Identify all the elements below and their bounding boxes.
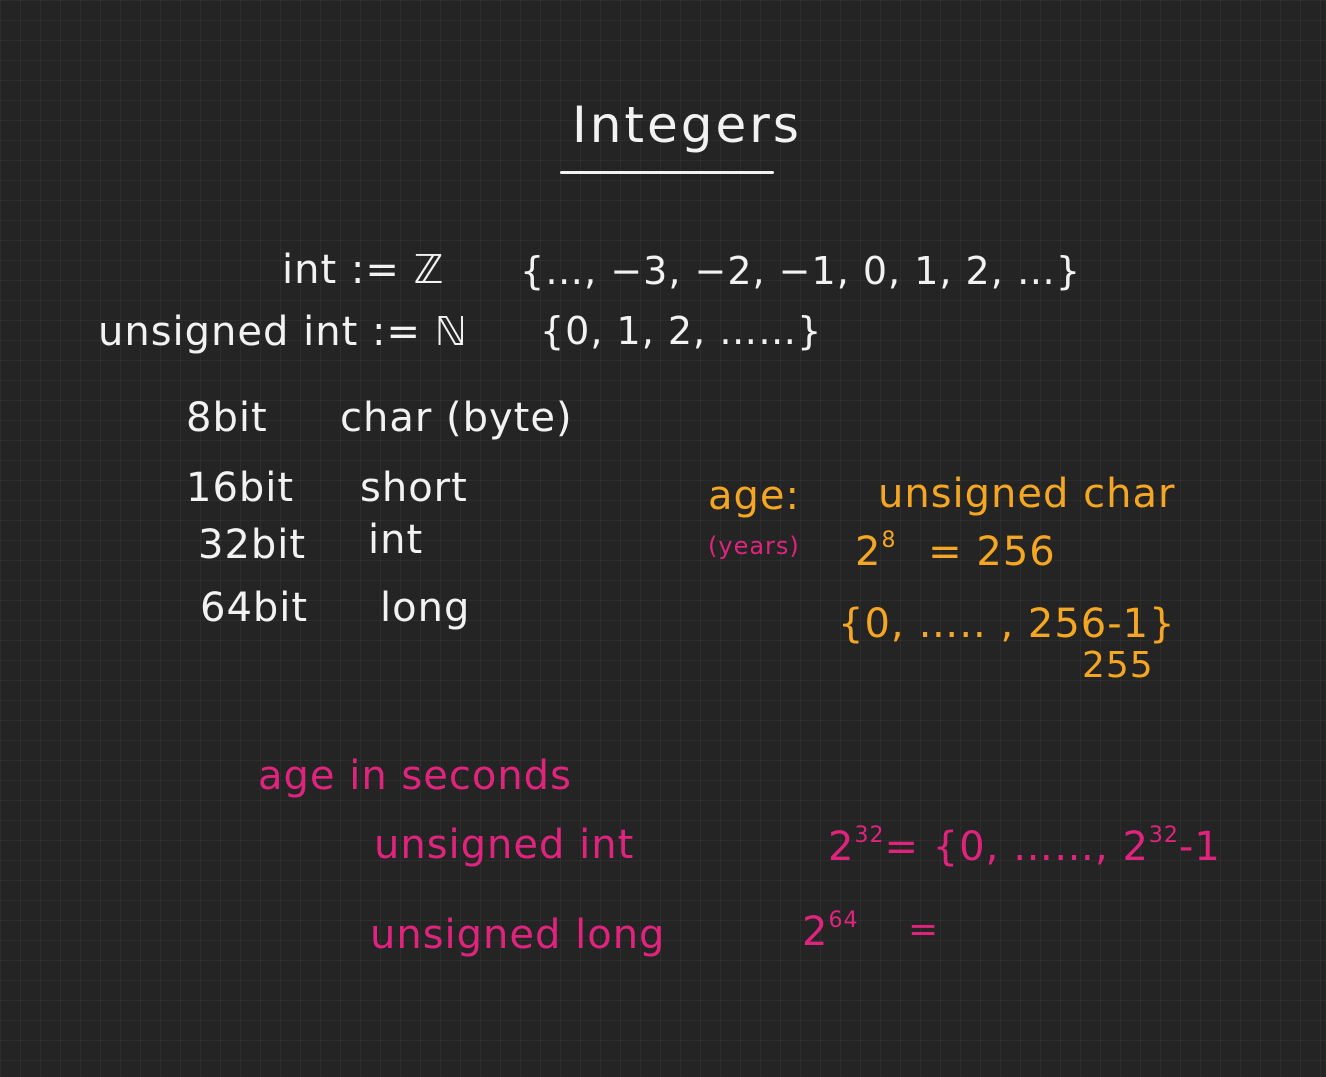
seconds-row1-power: 232= {0, ……, 232-1 [828,823,1221,870]
type-name-int: int [368,517,424,563]
type-name-long: long [380,585,471,631]
int-definition: int := ℤ [282,247,445,293]
type-bits-32: 32bit [198,522,307,568]
age-power-result: = 256 [928,529,1056,575]
type-name-char: char (byte) [340,395,573,441]
seconds-row2-equals: = [908,909,940,950]
seconds-row1-base: 2 [828,824,855,870]
type-bits-64: 64bit [200,585,309,631]
type-name-short: short [360,465,468,511]
type-bits-16: 16bit [186,465,295,511]
type-bits-8: 8bit [186,395,268,441]
age-power-exponent: 8 [881,528,897,553]
unsigned-int-set: {0, 1, 2, ……} [540,309,823,353]
age-years-note: (years) [708,532,800,560]
seconds-row2-exponent: 64 [828,908,859,933]
age-range-value: 255 [1082,645,1154,686]
seconds-row1-exponent: 32 [854,823,885,848]
age-label: age: [708,473,800,519]
seconds-row1-tail: -1 [1178,824,1221,870]
page-title: Integers [572,96,802,154]
unsigned-int-definition: unsigned int := ℕ [98,309,468,355]
title-underline [560,171,774,174]
seconds-label: age in seconds [258,753,572,799]
seconds-row2-power: 264 [802,908,859,955]
age-range: {0, ….. , 256-1} [838,601,1176,647]
age-type: unsigned char [878,471,1176,517]
seconds-row2-base: 2 [802,909,829,955]
seconds-row1-range: = {0, ……, 2 [884,824,1149,870]
seconds-row1-type: unsigned int [374,822,635,868]
seconds-row1-tail-exponent: 32 [1148,823,1179,848]
age-power-base: 2 [855,529,882,575]
age-power: 28 = 256 [855,528,1056,575]
int-set: {…, −3, −2, −1, 0, 1, 2, …} [520,249,1082,293]
seconds-row2-type: unsigned long [370,912,666,958]
whiteboard-canvas: Integers int := ℤ {…, −3, −2, −1, 0, 1, … [0,0,1326,1077]
